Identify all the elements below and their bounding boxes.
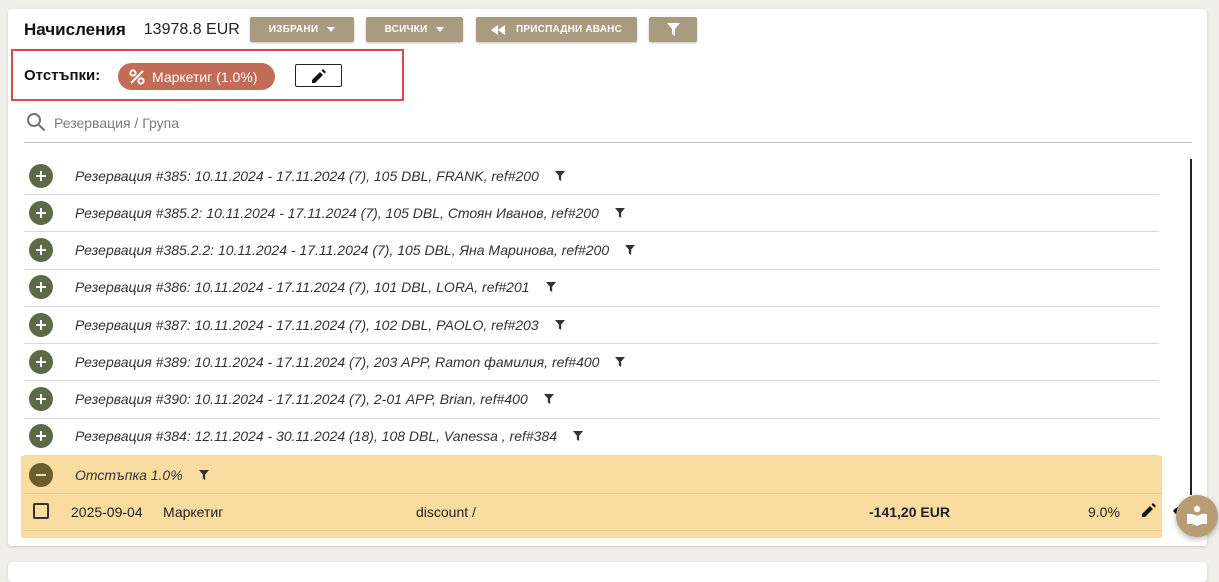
collapse-icon[interactable]	[29, 462, 53, 487]
filter-icon[interactable]	[625, 245, 636, 255]
caret-down-icon	[436, 27, 445, 32]
filter-icon	[666, 23, 680, 36]
reservation-label: Резервация #386: 10.11.2024 - 17.11.2024…	[75, 279, 530, 296]
reservation-row[interactable]: Резервация #390: 10.11.2024 - 17.11.2024…	[24, 381, 1159, 419]
discounts-label: Отстъпки:	[24, 67, 101, 84]
reservation-label: Резервация #384: 12.11.2024 - 30.11.2024…	[75, 428, 558, 445]
reservation-label: Резервация #385.2.2: 10.11.2024 - 17.11.…	[75, 242, 610, 258]
percent-icon	[129, 68, 145, 85]
search-icon	[26, 112, 46, 137]
reservation-label: Резервация #390: 10.11.2024 - 17.11.2024…	[75, 391, 528, 407]
charge-row: 2025-09-04 Маркетиг discount / -141,20 E…	[24, 494, 1189, 531]
filter-icon[interactable]	[573, 431, 584, 442]
next-card	[8, 562, 1207, 582]
all-button-label: ВСИЧКИ	[384, 24, 428, 35]
reservation-row[interactable]: Резервация #385.2.2: 10.11.2024 - 17.11.…	[24, 232, 1159, 270]
rewind-icon	[491, 24, 506, 35]
discount-group: Отстъпка 1.0% 2025-09-04 Маркетиг discou…	[21, 456, 1189, 538]
reservation-search[interactable]: Резервация / Група	[24, 111, 1192, 143]
charge-type: discount /	[416, 504, 476, 520]
reservation-label: Резервация #385.2: 10.11.2024 - 17.11.20…	[75, 204, 599, 221]
expand-icon[interactable]	[29, 312, 53, 337]
reservation-label: Резервация #389: 10.11.2024 - 17.11.2024…	[75, 353, 600, 370]
reservation-row[interactable]: Резервация #387: 10.11.2024 - 17.11.2024…	[24, 306, 1159, 344]
charge-amount: -141,20 EUR	[869, 504, 950, 520]
expand-icon[interactable]	[29, 349, 53, 374]
help-book-button[interactable]	[1176, 495, 1218, 537]
row-checkbox[interactable]	[33, 503, 49, 519]
reservation-row[interactable]: Резервация #385.2: 10.11.2024 - 17.11.20…	[24, 194, 1159, 233]
edit-discounts-button[interactable]	[295, 64, 342, 87]
filter-icon[interactable]	[543, 394, 554, 404]
filter-icon[interactable]	[615, 356, 626, 367]
charges-total: 13978.8 EUR	[143, 21, 240, 38]
expand-icon[interactable]	[29, 163, 53, 188]
filter-icon[interactable]	[545, 282, 556, 293]
filter-button[interactable]	[649, 17, 697, 42]
page-title: Начисления	[24, 20, 126, 39]
discount-group-header[interactable]: Отстъпка 1.0%	[24, 456, 1162, 494]
deduct-advance-button[interactable]: ПРИСПАДНИ АВАНС	[476, 17, 637, 42]
filter-icon[interactable]	[614, 207, 625, 218]
filter-icon[interactable]	[198, 469, 209, 480]
charges-card: Начисления 13978.8 EUR ИЗБРАНИ ВСИЧКИ ПР…	[8, 9, 1207, 546]
pencil-icon	[311, 68, 326, 83]
expand-icon[interactable]	[29, 275, 53, 300]
charge-date: 2025-09-04	[71, 504, 143, 520]
expand-icon[interactable]	[29, 424, 53, 449]
expand-icon[interactable]	[29, 200, 53, 225]
reservation-row[interactable]: Резервация #385: 10.11.2024 - 17.11.2024…	[24, 157, 1159, 195]
scrollbar-track[interactable]	[1190, 159, 1192, 495]
discount-group-title: Отстъпка 1.0%	[75, 466, 183, 483]
expand-icon[interactable]	[29, 238, 53, 262]
expand-icon[interactable]	[29, 387, 53, 411]
reservation-row[interactable]: Резервация #386: 10.11.2024 - 17.11.2024…	[24, 269, 1159, 307]
discount-chip[interactable]: Маркетиг (1.0%)	[118, 63, 275, 90]
caret-down-icon	[327, 27, 336, 32]
selected-dropdown-button[interactable]: ИЗБРАНИ	[250, 17, 354, 42]
edit-charge-icon[interactable]	[1142, 503, 1156, 520]
all-dropdown-button[interactable]: ВСИЧКИ	[366, 17, 463, 42]
reservation-row[interactable]: Резервация #389: 10.11.2024 - 17.11.2024…	[24, 343, 1159, 382]
charges-header: Начисления 13978.8 EUR	[24, 17, 240, 43]
reservation-label: Резервация #385: 10.11.2024 - 17.11.2024…	[75, 167, 539, 184]
selected-button-label: ИЗБРАНИ	[268, 24, 319, 35]
search-placeholder: Резервация / Група	[54, 115, 179, 131]
discount-chip-label: Маркетиг (1.0%)	[152, 68, 258, 85]
book-reader-icon	[1187, 505, 1207, 526]
reservation-row[interactable]: Резервация #384: 12.11.2024 - 30.11.2024…	[24, 418, 1159, 456]
charge-percent: 9.0%	[1088, 504, 1120, 520]
reservation-label: Резервация #387: 10.11.2024 - 17.11.2024…	[75, 316, 539, 333]
filter-icon[interactable]	[554, 170, 565, 181]
charge-name: Маркетиг	[163, 504, 224, 520]
deduct-advance-label: ПРИСПАДНИ АВАНС	[516, 24, 622, 35]
filter-icon[interactable]	[554, 319, 565, 330]
